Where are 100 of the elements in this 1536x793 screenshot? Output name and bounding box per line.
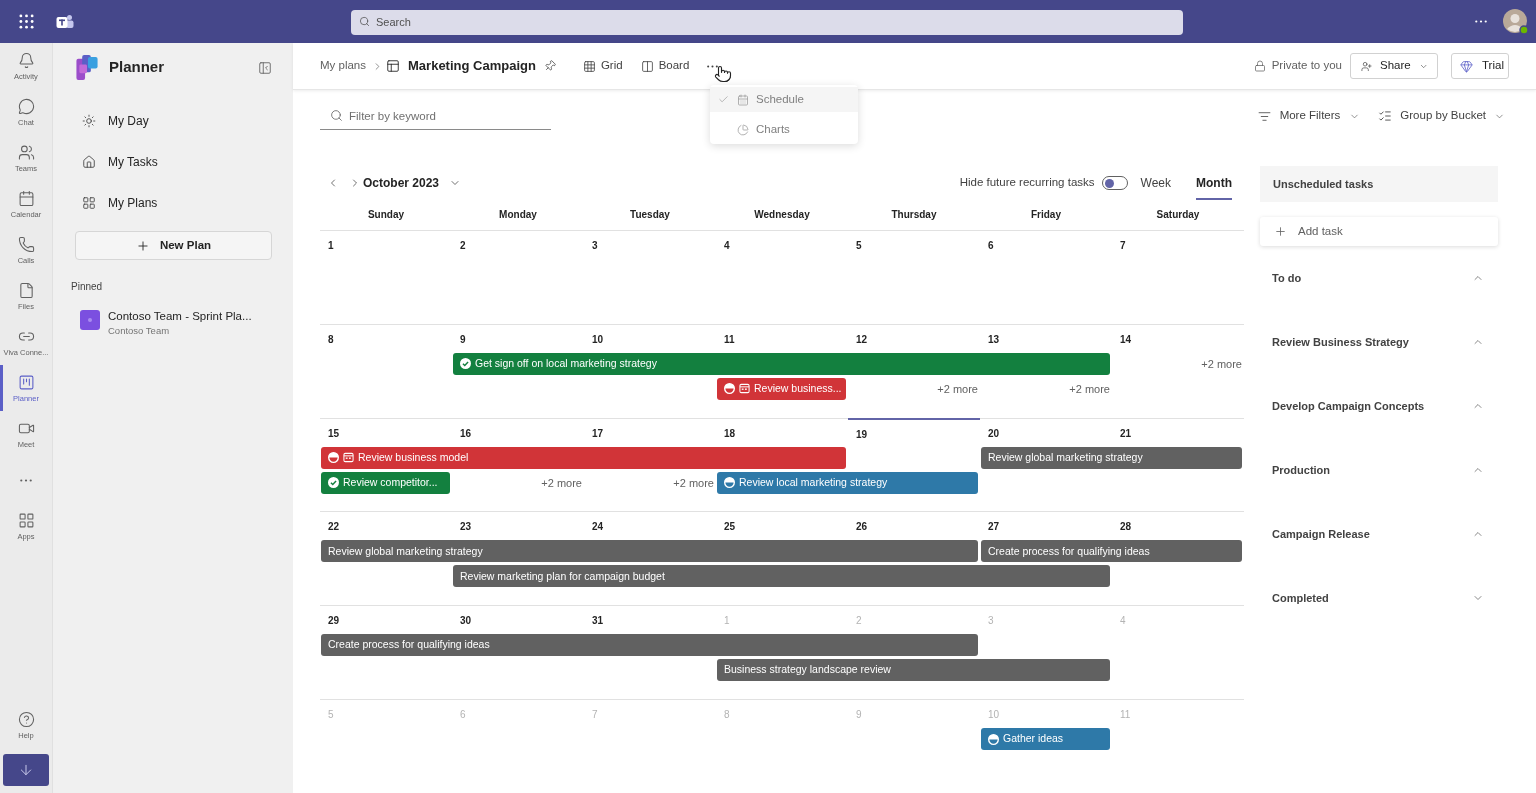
more-filters-button[interactable]: More Filters: [1257, 107, 1361, 125]
planner-logo-icon: [76, 55, 98, 80]
add-task-button[interactable]: Add task: [1260, 217, 1498, 246]
sidebar-nav-item[interactable]: My Day: [75, 100, 271, 141]
task-bar[interactable]: Get sign off on local marketing strategy: [453, 352, 1110, 375]
day-cell[interactable]: 22: [320, 511, 452, 538]
month-picker[interactable]: October 2023: [363, 174, 462, 192]
person-add-icon: [1361, 59, 1372, 73]
view-menu-item[interactable]: Schedule: [710, 87, 858, 112]
date-label: 8: [724, 709, 730, 722]
day-cell[interactable]: 7: [1112, 229, 1244, 256]
more-tasks-link[interactable]: +2 more: [673, 475, 714, 490]
plan-icon: [386, 59, 401, 73]
date-label: 9: [856, 709, 862, 722]
plus-icon: [1274, 225, 1287, 238]
bucket-header[interactable]: Production: [1260, 438, 1498, 502]
day-cell[interactable]: 5: [848, 229, 980, 256]
calendar-icon: [17, 189, 35, 207]
bucket-header[interactable]: Completed: [1260, 566, 1498, 630]
share-button[interactable]: Share: [1350, 53, 1438, 79]
date-label: 14: [1120, 333, 1132, 346]
day-cell[interactable]: 2: [452, 229, 584, 256]
day-cell[interactable]: 26: [848, 511, 980, 538]
more-tasks-link[interactable]: +2 more: [1069, 381, 1110, 396]
task-bar[interactable]: Business strategy landscape review: [717, 659, 1110, 682]
weekday-header: Monday: [499, 208, 537, 223]
day-cell[interactable]: 21: [1112, 417, 1244, 444]
date-label: 9: [460, 333, 466, 346]
task-bar[interactable]: Review business...: [717, 377, 846, 400]
recurring-toggle[interactable]: [1101, 176, 1128, 190]
day-cell[interactable]: 15: [320, 417, 452, 444]
task-bar[interactable]: Review marketing plan for campaign budget: [453, 565, 1110, 588]
download-button[interactable]: [3, 754, 49, 786]
sidebar-nav-item[interactable]: My Plans: [75, 182, 271, 223]
breadcrumb-link[interactable]: My plans: [320, 57, 367, 75]
date-label: 5: [328, 709, 334, 722]
day-cell[interactable]: 11: [716, 323, 848, 350]
day-cell[interactable]: 20: [980, 417, 1112, 444]
view-tab[interactable]: Grid: [582, 57, 623, 75]
view-tab[interactable]: Board: [640, 57, 690, 75]
trial-button[interactable]: Trial: [1451, 53, 1509, 79]
day-cell[interactable]: 1: [320, 229, 452, 256]
sidebar-nav-item[interactable]: My Tasks: [75, 141, 271, 182]
bucket-header[interactable]: Review Business Strategy: [1260, 310, 1498, 374]
group-by-button[interactable]: Group by Bucket: [1378, 107, 1505, 125]
date-label: 11: [1120, 709, 1131, 722]
task-bar[interactable]: Review global marketing strategy: [981, 446, 1242, 469]
new-plan-button[interactable]: New Plan: [75, 231, 272, 260]
task-bar[interactable]: Review competitor...: [321, 471, 450, 494]
date-label: 11: [724, 333, 735, 346]
day-cell[interactable]: 4: [716, 229, 848, 256]
bucket-header[interactable]: Develop Campaign Concepts: [1260, 374, 1498, 438]
date-label: 26: [856, 521, 868, 534]
day-cell[interactable]: 3: [584, 229, 716, 256]
collapse-sidebar-button[interactable]: [257, 59, 273, 76]
user-avatar-icon[interactable]: [1503, 8, 1529, 35]
bucket-header[interactable]: Campaign Release: [1260, 502, 1498, 566]
day-cell[interactable]: 16: [452, 417, 584, 444]
task-bar[interactable]: Create process for qualifying ideas: [321, 634, 978, 657]
task-bar[interactable]: Gather ideas: [981, 728, 1110, 751]
day-cell[interactable]: 19: [848, 417, 980, 444]
day-cell[interactable]: 23: [452, 511, 584, 538]
date-label: 15: [328, 427, 340, 440]
day-cell[interactable]: 24: [584, 511, 716, 538]
view-menu-item[interactable]: Charts: [710, 117, 858, 142]
task-bar[interactable]: Review business model: [321, 446, 846, 469]
day-cell[interactable]: 6: [980, 229, 1112, 256]
columns-icon: [640, 59, 654, 73]
day-cell[interactable]: 17: [584, 417, 716, 444]
bucket-header[interactable]: To do: [1260, 246, 1498, 310]
more-icon: [706, 64, 718, 68]
day-cell[interactable]: 28: [1112, 511, 1244, 538]
check-icon: [718, 94, 729, 105]
day-cell[interactable]: 9: [452, 323, 584, 350]
calendar-mode-tab[interactable]: Week: [1140, 166, 1171, 200]
more-tasks-link[interactable]: +2 more: [937, 381, 978, 396]
day-cell[interactable]: 10: [584, 323, 716, 350]
bell-icon: [17, 51, 35, 69]
day-cell[interactable]: 31: [584, 605, 716, 632]
day-cell[interactable]: 12: [848, 323, 980, 350]
calendar-mode-tab[interactable]: Month: [1196, 166, 1232, 200]
weekday-header: Thursday: [891, 208, 937, 223]
pinned-plan-title[interactable]: Contoso Team - Sprint Pla...: [108, 309, 252, 324]
day-cell[interactable]: 18: [716, 417, 848, 444]
day-cell[interactable]: 8: [320, 323, 452, 350]
task-bar[interactable]: Review local marketing strategy: [717, 471, 978, 494]
sun-icon: [82, 113, 96, 128]
day-cell[interactable]: 30: [452, 605, 584, 632]
task-bar[interactable]: Review global marketing strategy: [321, 540, 978, 563]
task-bar[interactable]: Create process for qualifying ideas: [981, 540, 1242, 563]
day-cell[interactable]: 29: [320, 605, 452, 632]
more-tasks-link[interactable]: +2 more: [541, 475, 582, 490]
day-cell[interactable]: 25: [716, 511, 848, 538]
day-cell[interactable]: 14: [1112, 323, 1244, 350]
date-label: 25: [724, 521, 736, 534]
search-field[interactable]: Search: [351, 9, 1183, 35]
more-tasks-link[interactable]: +2 more: [1201, 356, 1242, 371]
date-label: 28: [1120, 521, 1132, 534]
day-cell[interactable]: 13: [980, 323, 1112, 350]
day-cell[interactable]: 27: [980, 511, 1112, 538]
